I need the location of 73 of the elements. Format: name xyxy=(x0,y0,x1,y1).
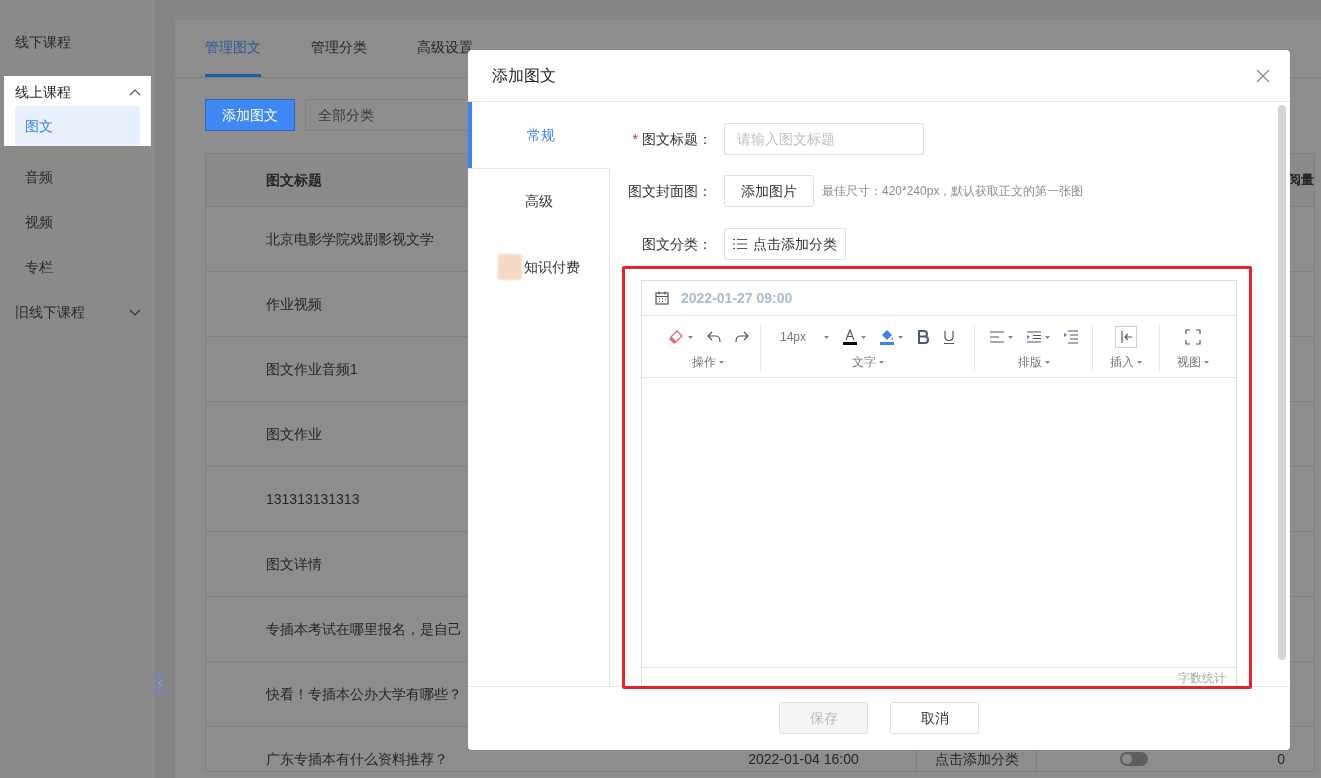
table-cell-text: 2022-01-04 16:00 xyxy=(748,749,859,769)
align-icon xyxy=(989,331,1004,343)
field-label: 图文分类： xyxy=(642,234,712,254)
scrollbar[interactable] xyxy=(1278,105,1286,660)
redo-icon xyxy=(734,331,749,343)
chevron-down-icon xyxy=(129,308,141,317)
caret-icon xyxy=(878,360,884,364)
chevron-up-icon xyxy=(129,87,141,97)
table-cell: 北京电影学院戏剧影视文学 xyxy=(266,231,434,247)
submenu-item[interactable]: 视频 xyxy=(0,200,155,245)
caret-icon xyxy=(719,360,724,364)
line-spacing-icon xyxy=(1026,331,1041,343)
hint-text: 最佳尺寸：420*240px，默认获取正文的第一张图 xyxy=(822,183,1084,200)
add-button[interactable]: 添加图文 xyxy=(205,99,295,131)
toolbar-group-label[interactable]: 操作 xyxy=(692,353,724,371)
underline-icon xyxy=(943,330,955,344)
toolbar-group-label[interactable]: 排版 xyxy=(1017,353,1050,371)
caret-icon xyxy=(898,335,903,339)
fullscreen-icon xyxy=(1185,329,1201,345)
caret-icon xyxy=(1204,360,1209,364)
table-cell: 快看！专插本公办大学有哪些？ xyxy=(266,686,462,702)
side-tab[interactable]: 知识付费 xyxy=(468,234,610,300)
toolbar-group-label[interactable]: 视图 xyxy=(1177,353,1209,371)
caret-icon xyxy=(861,335,866,339)
indent-icon xyxy=(1063,330,1078,344)
caret-icon xyxy=(687,335,693,339)
category-link[interactable]: 点击添加分类 xyxy=(934,748,1019,770)
required-mark: * xyxy=(632,129,638,149)
font-size-value: 14px xyxy=(780,329,806,346)
title-input[interactable]: 请输入图文标题 xyxy=(724,123,924,155)
sidebar-item[interactable]: 旧线下课程 xyxy=(0,290,155,335)
table-cell: 图文详情 xyxy=(266,556,322,572)
caret-icon xyxy=(1044,335,1050,339)
fill-color-icon xyxy=(880,329,894,345)
list-icon xyxy=(733,238,747,250)
table-cell: 图文作业 xyxy=(266,426,322,442)
field-label: 图文封面图： xyxy=(628,181,712,201)
sidebar-item[interactable]: 线上课程 xyxy=(4,76,151,106)
table-cell: 专插本考试在哪里报名，是自己 xyxy=(266,621,462,637)
calendar-icon xyxy=(655,291,669,305)
toolbar-group-label[interactable]: 插入 xyxy=(1110,353,1142,371)
caret-icon xyxy=(1007,335,1013,339)
dialog-title: 添加图文 xyxy=(492,65,556,86)
caret-icon xyxy=(824,335,829,339)
add-image-button[interactable]: 添加图片 xyxy=(724,175,814,207)
font-color-icon xyxy=(843,329,857,345)
toolbar-group-label[interactable]: 文字 xyxy=(851,353,884,371)
caret-icon xyxy=(1137,360,1142,364)
submenu-item[interactable]: 专栏 xyxy=(0,245,155,290)
table-cell: 广东专插本有什么资料推荐？ xyxy=(266,751,448,767)
submenu-item[interactable]: 图文 xyxy=(15,106,140,146)
blurred-icon xyxy=(497,254,522,280)
undo-icon xyxy=(706,331,721,343)
table-cell: 作业视频 xyxy=(266,296,322,312)
eraser-icon xyxy=(667,329,684,345)
table-cell: 图文作业音频1 xyxy=(266,361,358,377)
side-tab[interactable]: 高级 xyxy=(468,168,610,234)
sidebar-item[interactable]: 线下课程 xyxy=(0,20,155,65)
close-icon[interactable] xyxy=(1256,68,1270,83)
dialog-button[interactable]: 取消 xyxy=(890,702,979,734)
toggle-switch[interactable] xyxy=(1120,752,1148,766)
tab[interactable]: 管理分类 xyxy=(311,20,367,77)
insert-icon xyxy=(1115,326,1137,348)
date-text: 2022-01-27 09:00 xyxy=(681,288,793,308)
word-count-label: 字数统计 xyxy=(1178,671,1226,685)
field-label: 图文标题： xyxy=(642,129,712,149)
add-category-button[interactable]: 点击添加分类 xyxy=(724,228,846,260)
bold-icon xyxy=(917,330,929,344)
table-cell-text: 0 xyxy=(1277,749,1285,769)
caret-icon xyxy=(1044,360,1050,364)
submenu-item[interactable]: 音频 xyxy=(0,155,155,200)
collapse-handle[interactable] xyxy=(155,670,165,695)
table-cell: 131313131313 xyxy=(266,491,360,507)
